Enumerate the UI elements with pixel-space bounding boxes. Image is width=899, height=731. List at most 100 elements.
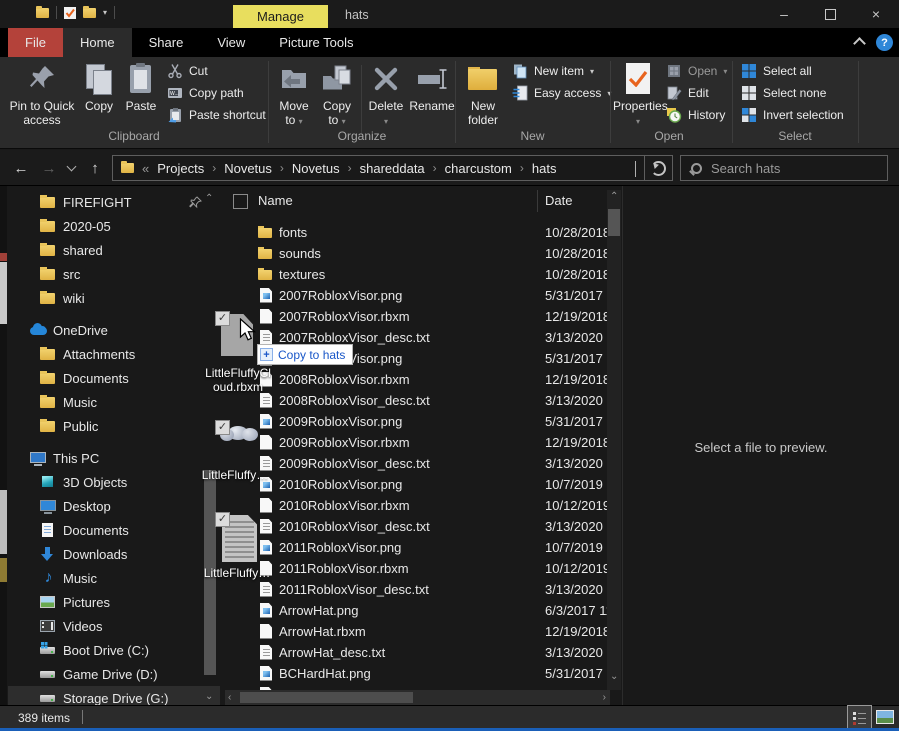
history-button[interactable]: History xyxy=(666,106,725,124)
search-box[interactable]: Search hats xyxy=(680,155,888,181)
sidebar-item[interactable]: Desktop xyxy=(8,494,220,518)
file-list-scrollbar-thumb[interactable] xyxy=(608,209,620,236)
qat-dropdown-icon[interactable]: ▾ xyxy=(103,8,107,17)
file-row[interactable]: 2007RobloxVisor.png 5/31/2017 7 xyxy=(225,285,607,306)
select-none-button[interactable]: Select none xyxy=(741,84,826,102)
delete-button[interactable]: Delete▾ xyxy=(364,60,408,129)
file-row[interactable]: fonts 10/28/2018 xyxy=(225,222,607,243)
details-view-button[interactable] xyxy=(847,705,872,729)
select-all-button[interactable]: Select all xyxy=(741,62,812,80)
file-row[interactable]: 2009RobloxVisor.rbxm 12/19/2018 xyxy=(225,432,607,453)
file-row[interactable]: 2007RobloxVisor.rbxm 12/19/2018 xyxy=(225,306,607,327)
tab-picture-tools[interactable]: Picture Tools xyxy=(262,28,370,57)
paste-shortcut-button[interactable]: Paste shortcut xyxy=(167,106,266,124)
close-button[interactable]: × xyxy=(853,0,899,28)
sidebar-item[interactable]: Boot Drive (C:) xyxy=(8,638,220,662)
thumbnail-view-button[interactable] xyxy=(872,705,897,729)
back-button[interactable]: ← xyxy=(8,150,34,186)
sidebar-item[interactable]: Public xyxy=(8,414,220,438)
sidebar-item[interactable]: Documents xyxy=(8,366,220,390)
file-row[interactable]: 2009RobloxVisor_desc.txt 3/13/2020 8 xyxy=(225,453,607,474)
properties-button[interactable]: Properties▾ xyxy=(613,60,663,129)
column-header-date[interactable]: Date xyxy=(545,193,572,208)
sidebar-item[interactable]: Game Drive (D:) xyxy=(8,662,220,686)
qat-new-folder-icon[interactable] xyxy=(83,8,96,18)
file-row[interactable]: 2011RobloxVisor.png 10/7/2019 3 xyxy=(225,537,607,558)
cut-button[interactable]: Cut xyxy=(167,62,208,80)
tab-view[interactable]: View xyxy=(200,28,262,57)
sidebar-item[interactable]: Pictures xyxy=(8,590,220,614)
qat-properties-icon[interactable] xyxy=(64,7,76,19)
file-row[interactable]: 2008RobloxVisor_desc.txt 3/13/2020 8 xyxy=(225,390,607,411)
file-row[interactable]: 2010RobloxVisor.png 10/7/2019 3 xyxy=(225,474,607,495)
sidebar-item[interactable]: Storage Drive (G:) xyxy=(8,686,220,705)
column-header-name[interactable]: Name xyxy=(258,193,293,208)
maximize-button[interactable] xyxy=(807,0,853,28)
file-row[interactable]: ArrowHat_desc.txt 3/13/2020 8 xyxy=(225,642,607,663)
move-to-button[interactable]: Move to ▾ xyxy=(273,60,315,129)
file-row[interactable]: 2008RobloxVisor.rbxm 12/19/2018 xyxy=(225,369,607,390)
help-button[interactable]: ? xyxy=(876,34,893,51)
tab-share[interactable]: Share xyxy=(132,28,201,57)
breadcrumb-item[interactable]: shareddata xyxy=(360,161,425,176)
refresh-button[interactable] xyxy=(645,155,673,181)
copy-button[interactable]: Copy xyxy=(79,60,119,113)
drag-ghost-cloud-thumbnail[interactable] xyxy=(228,426,248,440)
sidebar-item[interactable]: 3D Objects xyxy=(8,470,220,494)
file-row[interactable]: ArrowHat.png 6/3/2017 11 xyxy=(225,600,607,621)
breadcrumb-item[interactable]: Projects xyxy=(157,161,204,176)
sidebar-item[interactable]: Downloads xyxy=(8,542,220,566)
easy-access-button[interactable]: Easy access ▾ xyxy=(512,84,611,102)
file-row[interactable]: textures 10/28/2018 xyxy=(225,264,607,285)
scroll-down-arrow[interactable]: ⌄ xyxy=(610,672,618,682)
file-row[interactable]: 2011RobloxVisor_desc.txt 3/13/2020 8 xyxy=(225,579,607,600)
select-all-checkbox[interactable] xyxy=(233,194,248,209)
recent-locations-button[interactable] xyxy=(62,150,80,186)
qat-folder-icon[interactable] xyxy=(36,8,49,18)
sidebar-item[interactable]: src xyxy=(8,262,220,286)
sidebar-item[interactable]: Attachments xyxy=(8,342,220,366)
open-button[interactable]: Open ▾ xyxy=(666,62,727,80)
sidebar-item[interactable]: Videos xyxy=(8,614,220,638)
sidebar-item[interactable]: Music xyxy=(8,390,220,414)
forward-button[interactable]: → xyxy=(36,150,62,186)
sidebar-item[interactable]: wiki xyxy=(8,286,220,310)
sidebar-item[interactable]: ♪ Music xyxy=(8,566,220,590)
file-row[interactable]: 2010RobloxVisor.rbxm 10/12/2019 xyxy=(225,495,607,516)
breadcrumb-item[interactable]: hats xyxy=(532,161,557,176)
divider[interactable] xyxy=(537,190,538,212)
edit-button[interactable]: Edit xyxy=(666,84,709,102)
copy-to-button[interactable]: Copy to ▾ xyxy=(316,60,358,129)
scroll-left-arrow[interactable]: ‹ xyxy=(228,693,231,703)
sidebar-scroll-up[interactable]: ⌃ xyxy=(205,194,213,204)
file-row[interactable]: sounds 10/28/2018 xyxy=(225,243,607,264)
sidebar-item[interactable]: This PC xyxy=(8,446,220,470)
sidebar-item[interactable]: 2020-05 xyxy=(8,214,220,238)
tab-home[interactable]: Home xyxy=(63,28,132,57)
scroll-up-arrow[interactable]: ⌃ xyxy=(610,192,618,202)
file-row[interactable]: BCHardHat.png 5/31/2017 7 xyxy=(225,663,607,684)
rename-button[interactable]: Rename xyxy=(408,60,456,113)
address-dropdown-button[interactable] xyxy=(635,161,636,176)
invert-selection-button[interactable]: Invert selection xyxy=(741,106,844,124)
sidebar-item[interactable]: Documents xyxy=(8,518,220,542)
new-folder-button[interactable]: Newfolder xyxy=(460,60,506,127)
scroll-right-arrow[interactable]: › xyxy=(603,693,606,703)
new-item-button[interactable]: New item ▾ xyxy=(512,62,594,80)
breadcrumb-item[interactable]: Novetus xyxy=(224,161,272,176)
up-button[interactable]: ↑ xyxy=(82,150,108,186)
file-row[interactable]: 2010RobloxVisor_desc.txt 3/13/2020 8 xyxy=(225,516,607,537)
sidebar-item[interactable]: OneDrive xyxy=(8,318,220,342)
address-bar[interactable]: « Projects› Novetus› Novetus› shareddata… xyxy=(112,155,645,181)
copy-path-button[interactable]: W... Copy path xyxy=(167,84,244,102)
horizontal-scrollbar-thumb[interactable] xyxy=(240,692,413,703)
breadcrumb-item[interactable]: charcustom xyxy=(445,161,512,176)
file-row[interactable]: 2009RobloxVisor.png 5/31/2017 7 xyxy=(225,411,607,432)
breadcrumb-item[interactable]: Novetus xyxy=(292,161,340,176)
manage-context-tab[interactable]: Manage xyxy=(233,5,328,28)
breadcrumb-overflow[interactable]: « xyxy=(142,161,149,176)
file-row[interactable]: ArrowHat.rbxm 12/19/2018 xyxy=(225,621,607,642)
minimize-button[interactable]: – xyxy=(761,0,807,28)
collapse-ribbon-button[interactable] xyxy=(855,39,864,48)
file-row[interactable]: 2011RobloxVisor.rbxm 10/12/2019 xyxy=(225,558,607,579)
